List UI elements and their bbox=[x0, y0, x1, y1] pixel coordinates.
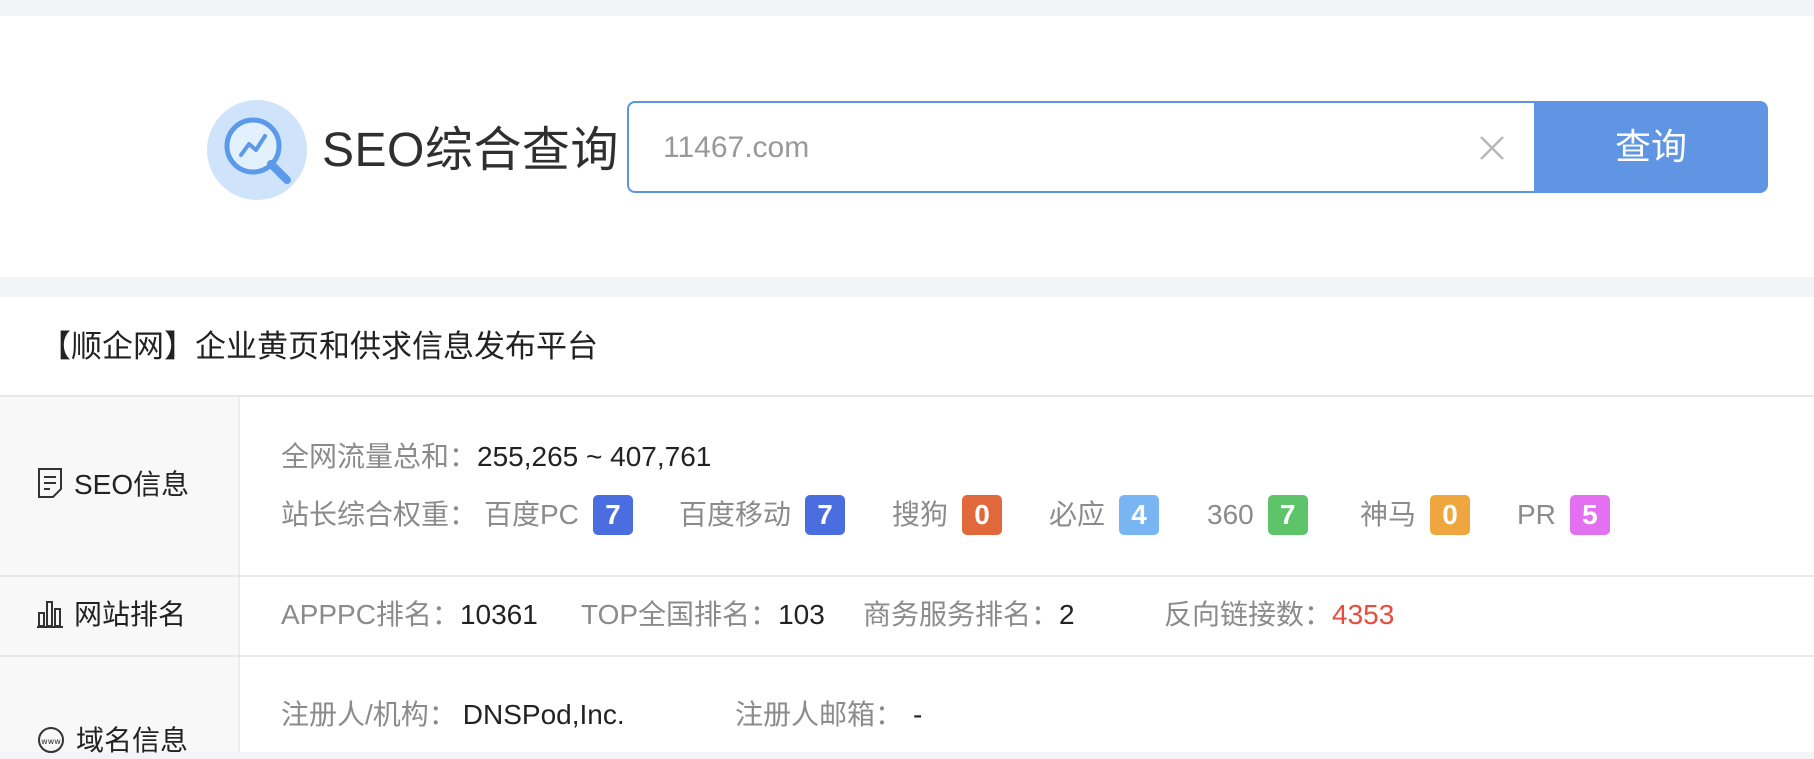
divider bbox=[0, 655, 1814, 657]
result-panel: 【顺企网】企业黄页和供求信息发布平台 SEO信息 全网流量总和：255,265 … bbox=[0, 297, 1814, 756]
domain-heading: www 域名信息 bbox=[36, 723, 188, 759]
weight-badge: 4 bbox=[1119, 495, 1160, 535]
top-rank[interactable]: TOP全国排名：103 bbox=[581, 597, 825, 633]
registrant-email: 注册人邮箱： - bbox=[735, 699, 923, 730]
registrant: 注册人/机构： DNSPod,Inc. bbox=[281, 699, 625, 730]
weight-badge: 7 bbox=[592, 495, 633, 535]
weight-label: 站长综合权重： bbox=[281, 499, 478, 530]
weight-shenma[interactable]: 神马 0 bbox=[1360, 495, 1471, 535]
traffic-value: 255,265 ~ 407,761 bbox=[477, 441, 712, 472]
document-icon bbox=[38, 468, 62, 498]
weight-sogou[interactable]: 搜狗 0 bbox=[892, 495, 1003, 535]
backlinks-count[interactable]: 反向链接数：4353 bbox=[1164, 597, 1394, 633]
weight-pr[interactable]: PR 5 bbox=[1517, 495, 1610, 535]
traffic-label: 全网流量总和： bbox=[281, 441, 478, 472]
apppc-rank[interactable]: APPPC排名：10361 bbox=[281, 597, 538, 633]
weight-baidu-pc[interactable]: 百度PC 7 bbox=[484, 495, 633, 535]
ranking-heading: 网站排名 bbox=[36, 597, 186, 633]
www-icon: www bbox=[38, 727, 64, 753]
traffic-line: 全网流量总和：255,265 ~ 407,761 bbox=[281, 439, 711, 475]
divider bbox=[0, 575, 1814, 577]
search-box bbox=[627, 101, 1534, 193]
search-button[interactable]: 查询 bbox=[1534, 101, 1768, 193]
weight-badge: 5 bbox=[1569, 495, 1610, 535]
clear-icon[interactable] bbox=[1478, 134, 1506, 162]
brand-title: SEO综合查询 bbox=[322, 124, 619, 177]
weight-360[interactable]: 360 7 bbox=[1207, 495, 1308, 535]
business-rank[interactable]: 商务服务排名：2 bbox=[863, 597, 1075, 633]
weight-badge: 7 bbox=[805, 495, 846, 535]
svg-text:www: www bbox=[41, 737, 61, 746]
domain-label-cell: www 域名信息 bbox=[0, 657, 240, 756]
site-title: 【顺企网】企业黄页和供求信息发布平台 bbox=[40, 329, 598, 364]
seo-info-label-cell: SEO信息 bbox=[0, 397, 240, 575]
divider bbox=[0, 395, 1814, 397]
search-input[interactable] bbox=[661, 103, 1445, 193]
ranking-label-cell: 网站排名 bbox=[0, 577, 240, 655]
weight-baidu-mobile[interactable]: 百度移动 7 bbox=[679, 495, 846, 535]
seo-logo-icon bbox=[207, 100, 307, 200]
bar-chart-icon bbox=[37, 601, 63, 628]
weight-badge: 0 bbox=[1430, 495, 1471, 535]
weight-badge: 7 bbox=[1267, 495, 1308, 535]
seo-info-heading: SEO信息 bbox=[36, 467, 189, 503]
weight-badge: 0 bbox=[962, 495, 1003, 535]
weight-bing[interactable]: 必应 4 bbox=[1049, 495, 1160, 535]
